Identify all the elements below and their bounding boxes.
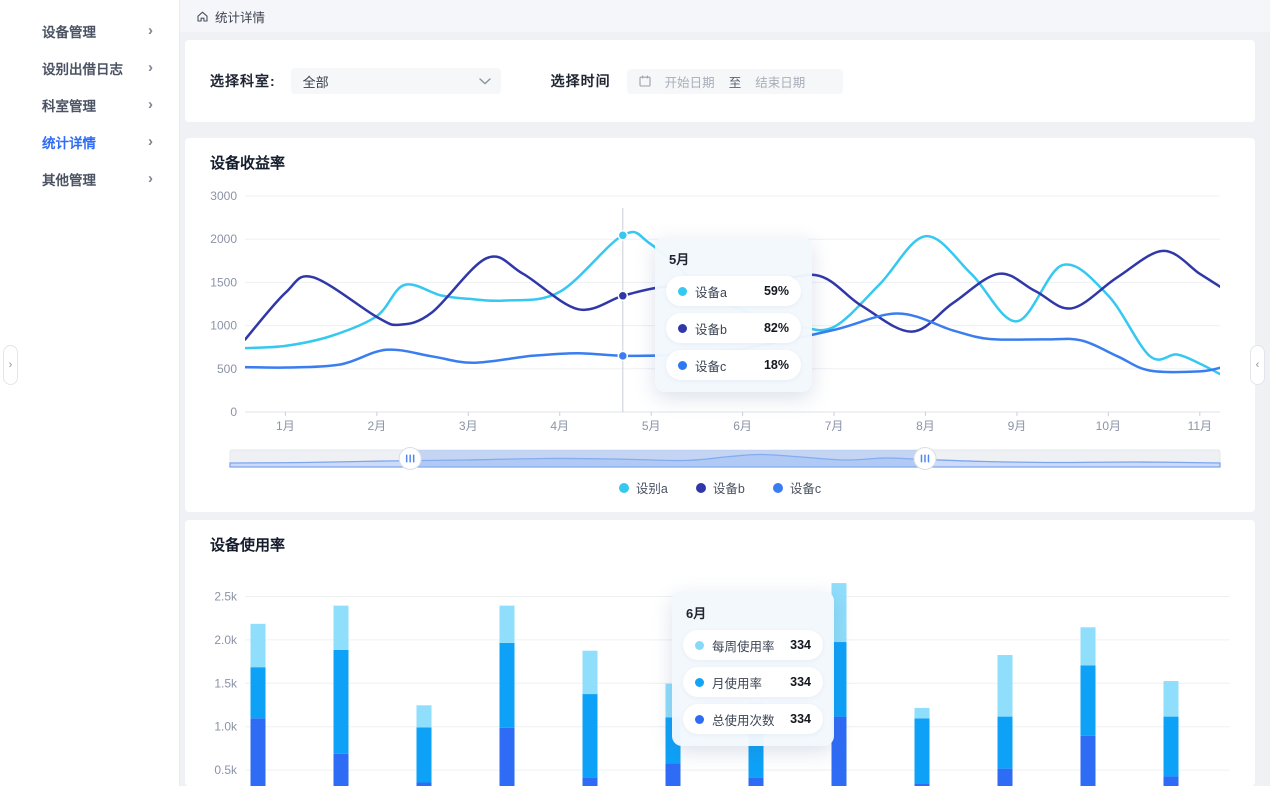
date-range-picker[interactable]: 开始日期 至 结束日期 (627, 69, 843, 94)
series-dot (695, 641, 704, 650)
svg-text:3000: 3000 (210, 189, 237, 203)
tooltip-header: 6月 (686, 603, 823, 622)
svg-text:0: 0 (230, 405, 237, 419)
revenue-chart-title: 设备收益率 (210, 152, 285, 173)
tooltip-row: 每周使用率 334 (683, 630, 823, 660)
sidebar-item-department-management[interactable]: 科室管理 › (0, 86, 179, 123)
usage-chart-tooltip: 6月 每周使用率 334 月使用率 334 总使用次数 334 (672, 591, 834, 746)
svg-text:2月: 2月 (367, 419, 386, 433)
time-filter-label: 选择时间 (551, 71, 611, 91)
chevron-right-icon: › (148, 134, 153, 149)
revenue-chart-tooltip: 5月 设备a 59% 设备b 82% 设备c 18% (655, 237, 812, 392)
sidebar-expand-button[interactable]: › (3, 345, 18, 385)
panel-collapse-button[interactable]: ‹ (1250, 345, 1265, 385)
breadcrumb-label[interactable]: 统计详情 (215, 7, 265, 26)
sidebar-item-device-management[interactable]: 设备管理 › (0, 12, 179, 49)
series-dot (678, 324, 687, 333)
usage-chart-title: 设备使用率 (210, 534, 285, 555)
chevron-down-icon (479, 78, 491, 85)
svg-text:1.5k: 1.5k (214, 676, 238, 690)
series-dot (678, 361, 687, 370)
series-dot (695, 715, 704, 724)
tooltip-row: 设备b 82% (666, 313, 801, 343)
tooltip-row: 总使用次数 334 (683, 704, 823, 734)
svg-text:5月: 5月 (642, 419, 661, 433)
breadcrumb: 统计详情 (180, 0, 1270, 32)
tooltip-header: 5月 (669, 249, 801, 268)
revenue-chart-card: 设备收益率 3000 2000 1500 1000 500 0 1月 2月 3月 4月 5月 6月 7月… (185, 138, 1255, 512)
sidebar-item-label: 设别出借日志 (42, 58, 123, 78)
sidebar-item-label: 设备管理 (42, 21, 96, 41)
svg-text:500: 500 (217, 362, 237, 376)
svg-text:7月: 7月 (825, 419, 844, 433)
chevron-right-icon: › (148, 97, 153, 112)
svg-text:10月: 10月 (1096, 419, 1121, 433)
legend-item-a[interactable]: 设别a (619, 478, 668, 497)
sidebar-item-label: 其他管理 (42, 169, 96, 189)
chevron-right-icon: › (148, 171, 153, 186)
chevron-right-icon: › (148, 23, 153, 38)
legend-dot (773, 483, 783, 493)
chevron-right-icon: › (9, 359, 13, 371)
chart-legend: 设别a 设备b 设备c (185, 478, 1255, 497)
chevron-right-icon: › (148, 60, 153, 75)
tooltip-row: 设备c 18% (666, 350, 801, 380)
sidebar-item-other-management[interactable]: 其他管理 › (0, 160, 179, 197)
svg-text:1500: 1500 (210, 275, 237, 289)
chevron-left-icon: ‹ (1256, 359, 1260, 371)
svg-text:3月: 3月 (459, 419, 478, 433)
svg-text:11月: 11月 (1188, 419, 1212, 433)
department-select[interactable]: 全部 (291, 68, 501, 94)
filter-card: 选择科室: 全部 选择时间 开始日期 至 结束日期 (185, 40, 1255, 122)
calendar-icon (639, 75, 651, 87)
usage-chart-card: 设备使用率 2.5k 2.0k 1.5k 1.0k 0.5k 6月 每周使用率 334 … (185, 520, 1255, 786)
svg-text:6月: 6月 (733, 419, 752, 433)
main-content: 统计详情 选择科室: 全部 选择时间 开始日期 至 结束日期 (180, 0, 1270, 786)
svg-text:2.0k: 2.0k (214, 633, 238, 647)
department-select-value: 全部 (303, 72, 479, 91)
home-icon (196, 10, 209, 23)
sidebar-item-lending-log[interactable]: 设别出借日志 › (0, 49, 179, 86)
date-end-placeholder: 结束日期 (755, 72, 805, 91)
app-root: 设备管理 › 设别出借日志 › 科室管理 › 统计详情 › 其他管理 › 统计详… (0, 0, 1270, 786)
sidebar: 设备管理 › 设别出借日志 › 科室管理 › 统计详情 › 其他管理 › (0, 0, 180, 786)
department-filter-label: 选择科室: (210, 71, 276, 91)
svg-text:9月: 9月 (1008, 419, 1027, 433)
svg-text:1.0k: 1.0k (214, 720, 238, 734)
sidebar-item-label: 统计详情 (42, 132, 96, 152)
svg-text:1000: 1000 (210, 319, 237, 333)
svg-text:0.5k: 0.5k (214, 763, 238, 777)
svg-text:1月: 1月 (276, 419, 295, 433)
tooltip-row: 月使用率 334 (683, 667, 823, 697)
legend-item-b[interactable]: 设备b (696, 478, 745, 497)
svg-text:2.5k: 2.5k (214, 590, 238, 604)
legend-dot (619, 483, 629, 493)
svg-text:4月: 4月 (550, 419, 569, 433)
svg-text:8月: 8月 (916, 419, 935, 433)
sidebar-item-label: 科室管理 (42, 95, 96, 115)
series-dot (695, 678, 704, 687)
tooltip-row: 设备a 59% (666, 276, 801, 306)
legend-item-c[interactable]: 设备c (773, 478, 821, 497)
legend-dot (696, 483, 706, 493)
sidebar-item-statistics[interactable]: 统计详情 › (0, 123, 179, 160)
date-start-placeholder: 开始日期 (665, 72, 715, 91)
series-dot (678, 287, 687, 296)
date-separator: 至 (729, 72, 742, 91)
svg-text:2000: 2000 (210, 232, 237, 246)
